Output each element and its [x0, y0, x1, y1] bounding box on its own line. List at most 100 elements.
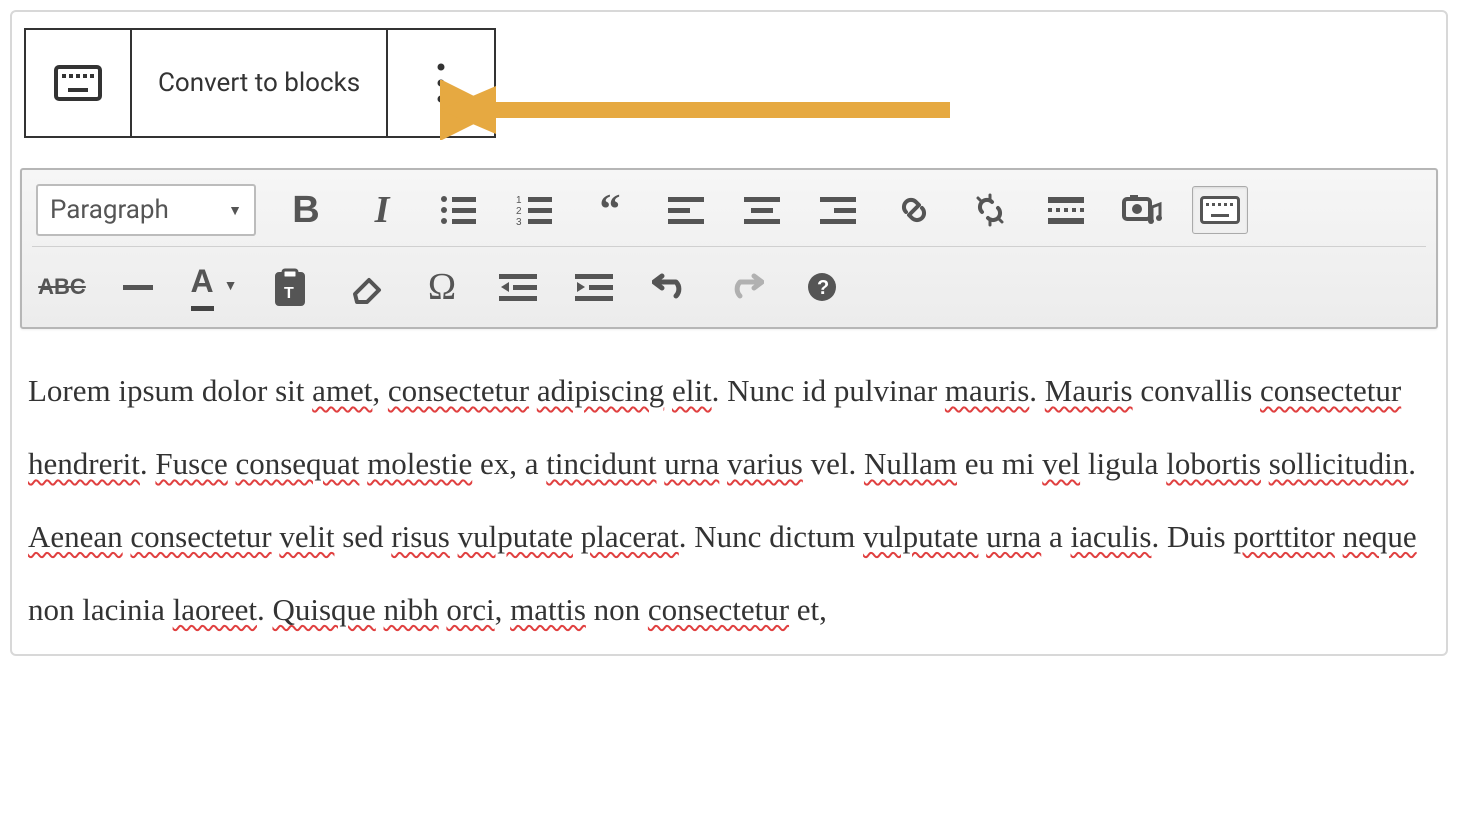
- svg-text:1: 1: [516, 195, 522, 206]
- align-left-button[interactable]: [660, 184, 712, 236]
- toolbar-toggle-button[interactable]: [1192, 186, 1248, 234]
- spellcheck-word: sollicitudin: [1269, 446, 1409, 481]
- numbered-list-icon: 1 2 3: [516, 195, 552, 225]
- spellcheck-word: adipiscing: [537, 373, 664, 408]
- vertical-ellipsis-icon: [436, 61, 446, 105]
- spellcheck-word: lobortis: [1166, 446, 1261, 481]
- spellcheck-word: mattis: [510, 592, 586, 627]
- bold-button[interactable]: B: [280, 184, 332, 236]
- blockquote-button[interactable]: “: [584, 184, 636, 236]
- spellcheck-word: neque: [1343, 519, 1417, 554]
- spellcheck-word: molestie: [367, 446, 472, 481]
- align-right-icon: [820, 195, 856, 225]
- read-more-icon: [1048, 195, 1084, 225]
- align-center-button[interactable]: [736, 184, 788, 236]
- spellcheck-word: consectetur: [1260, 373, 1401, 408]
- keyboard-icon: [1200, 196, 1240, 224]
- toolbar-row-2: ABC A ▼ T Ω: [32, 246, 1426, 321]
- redo-button[interactable]: [720, 261, 772, 313]
- spellcheck-word: orci: [446, 592, 494, 627]
- special-character-button[interactable]: Ω: [416, 261, 468, 313]
- paste-as-text-button[interactable]: T: [264, 261, 316, 313]
- strikethrough-button[interactable]: ABC: [36, 261, 88, 313]
- toolbar-row-1: Paragraph ▼ B I 1 2 3 “: [32, 176, 1426, 244]
- svg-text:?: ?: [817, 277, 829, 299]
- convert-label: Convert to blocks: [158, 68, 360, 98]
- annotation-arrow: [440, 80, 960, 140]
- italic-button[interactable]: I: [356, 184, 408, 236]
- keyboard-icon: [54, 65, 102, 101]
- numbered-list-button[interactable]: 1 2 3: [508, 184, 560, 236]
- indent-icon: [575, 272, 613, 302]
- insert-media-button[interactable]: [1116, 184, 1168, 236]
- spellcheck-word: Nullam: [864, 446, 957, 481]
- spellcheck-word: vulputate: [863, 519, 978, 554]
- undo-icon: [652, 272, 688, 302]
- spellcheck-word: elit: [672, 373, 712, 408]
- format-dropdown[interactable]: Paragraph ▼: [36, 184, 256, 236]
- svg-text:3: 3: [516, 217, 522, 225]
- spellcheck-word: Quisque: [272, 592, 375, 627]
- spellcheck-word: vulputate: [458, 519, 573, 554]
- insert-read-more-button[interactable]: [1040, 184, 1092, 236]
- eraser-icon: [349, 270, 383, 304]
- chevron-down-icon: ▼: [228, 202, 242, 219]
- redo-icon: [728, 272, 764, 302]
- help-icon: ?: [806, 271, 838, 303]
- bullet-list-icon: [440, 195, 476, 225]
- spellcheck-word: mauris: [945, 373, 1029, 408]
- spellcheck-word: urna: [986, 519, 1041, 554]
- spellcheck-word: amet: [312, 373, 372, 408]
- spellcheck-word: iaculis: [1071, 519, 1152, 554]
- link-icon: [896, 192, 932, 228]
- editor-content[interactable]: Lorem ipsum dolor sit amet, consectetur …: [20, 329, 1438, 646]
- spellcheck-word: laoreet: [173, 592, 257, 627]
- block-more-options-button[interactable]: [388, 30, 494, 136]
- hr-icon: [123, 285, 153, 290]
- svg-text:2: 2: [516, 206, 522, 217]
- spellcheck-word: consectetur: [130, 519, 271, 554]
- unlink-icon: [972, 192, 1008, 228]
- align-center-icon: [744, 195, 780, 225]
- clear-formatting-button[interactable]: [340, 261, 392, 313]
- outdent-icon: [499, 272, 537, 302]
- classic-block-icon-button[interactable]: [26, 30, 132, 136]
- text-color-icon: A: [191, 263, 214, 311]
- spellcheck-word: Fusce: [155, 446, 227, 481]
- outdent-button[interactable]: [492, 261, 544, 313]
- spellcheck-word: nibh: [384, 592, 439, 627]
- align-right-button[interactable]: [812, 184, 864, 236]
- block-toolbar: Convert to blocks: [24, 28, 496, 138]
- convert-to-blocks-button[interactable]: Convert to blocks: [132, 30, 388, 136]
- indent-button[interactable]: [568, 261, 620, 313]
- format-selected-label: Paragraph: [50, 195, 169, 225]
- insert-link-button[interactable]: [888, 184, 940, 236]
- spellcheck-word: porttitor: [1233, 519, 1335, 554]
- horizontal-rule-button[interactable]: [112, 261, 164, 313]
- remove-link-button[interactable]: [964, 184, 1016, 236]
- undo-button[interactable]: [644, 261, 696, 313]
- spellcheck-word: varius: [727, 446, 803, 481]
- align-left-icon: [668, 195, 704, 225]
- spellcheck-word: placerat: [581, 519, 679, 554]
- spellcheck-word: consequat: [235, 446, 359, 481]
- tinymce-toolbar: Paragraph ▼ B I 1 2 3 “: [20, 168, 1438, 329]
- editor-panel: Convert to blocks Paragraph ▼ B I: [10, 10, 1448, 656]
- spellcheck-word: hendrerit: [28, 446, 140, 481]
- spellcheck-word: Aenean: [28, 519, 123, 554]
- text-color-button[interactable]: A ▼: [188, 261, 240, 313]
- spellcheck-word: velit: [279, 519, 334, 554]
- spellcheck-word: consectetur: [648, 592, 789, 627]
- spellcheck-word: consectetur: [388, 373, 529, 408]
- spellcheck-word: vel: [1042, 446, 1080, 481]
- spellcheck-word: Mauris: [1045, 373, 1133, 408]
- clipboard-text-icon: T: [273, 268, 307, 306]
- help-button[interactable]: ?: [796, 261, 848, 313]
- camera-music-icon: [1122, 193, 1162, 227]
- spellcheck-word: urna: [664, 446, 719, 481]
- chevron-down-icon: ▼: [224, 279, 238, 295]
- spellcheck-word: tincidunt: [546, 446, 656, 481]
- bullet-list-button[interactable]: [432, 184, 484, 236]
- spellcheck-word: risus: [391, 519, 450, 554]
- svg-text:T: T: [284, 285, 294, 302]
